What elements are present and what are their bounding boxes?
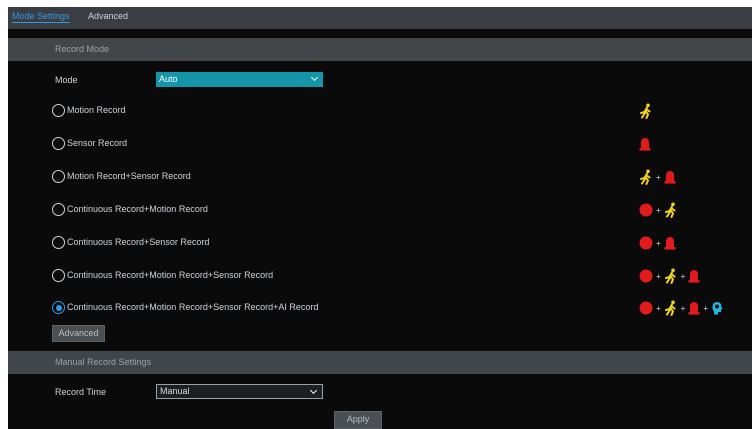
radio-button[interactable] [52, 137, 65, 150]
manual-record-title: Manual Record Settings [55, 357, 152, 367]
record-mode-header: Record Mode [8, 38, 752, 61]
motion-icon [664, 268, 678, 284]
plus-sign: + [703, 303, 709, 313]
record-mode-option-label: Continuous Record+Motion Record+Sensor R… [67, 302, 319, 312]
sensor-alarm-icon [664, 236, 676, 250]
trigger-icons: + + + [639, 299, 723, 317]
record-mode-option-label: Sensor Record [67, 138, 128, 148]
plus-sign: + [680, 271, 686, 281]
record-mode-option-label: Continuous Record+Sensor Record [67, 237, 210, 247]
continuous-record-icon [639, 301, 653, 315]
trigger-icons: + + [639, 267, 700, 285]
tab-advanced[interactable]: Advanced [88, 11, 128, 21]
radio-button-checked[interactable] [52, 301, 65, 314]
motion-icon [664, 300, 678, 316]
record-mode-option-label: Motion Record [67, 105, 126, 115]
record-mode-option[interactable]: Motion Record+Sensor Record + [52, 168, 752, 186]
mode-dropdown[interactable]: Auto [156, 72, 323, 87]
continuous-record-icon [639, 236, 653, 250]
plus-sign: + [680, 303, 686, 313]
record-mode-option[interactable]: Continuous Record+Sensor Record + [52, 236, 752, 250]
record-mode-option[interactable]: Motion Record [52, 102, 752, 120]
apply-button[interactable]: Apply [334, 411, 382, 429]
mode-label: Mode [55, 75, 78, 85]
ai-head-icon [711, 301, 723, 315]
chevron-down-icon [309, 386, 318, 395]
plus-sign: + [656, 238, 661, 248]
plus-sign: + [656, 303, 661, 313]
plus-sign: + [656, 271, 661, 281]
radio-button[interactable] [52, 203, 65, 216]
motion-icon [639, 169, 653, 185]
radio-button[interactable] [52, 236, 65, 249]
record-mode-title: Record Mode [55, 44, 110, 54]
continuous-record-icon [639, 269, 653, 283]
record-time-dropdown[interactable]: Manual [156, 384, 323, 399]
record-mode-option[interactable]: Sensor Record [52, 137, 752, 151]
record-mode-option-label: Continuous Record+Motion Record [67, 204, 208, 214]
record-mode-option[interactable]: Continuous Record+Motion Record+Sensor R… [52, 299, 752, 317]
trigger-icons: + [639, 234, 676, 252]
mode-dropdown-value: Auto [159, 74, 178, 84]
mode-settings-window: Mode Settings Advanced Record Mode Mode … [8, 7, 752, 429]
sensor-alarm-icon [688, 269, 700, 283]
trigger-icons [639, 102, 653, 120]
continuous-record-icon [639, 203, 653, 217]
record-mode-option-label: Motion Record+Sensor Record [67, 171, 191, 181]
sensor-alarm-icon [664, 170, 676, 184]
plus-sign: + [656, 205, 661, 215]
radio-button[interactable] [52, 269, 65, 282]
trigger-icons: + [639, 168, 676, 186]
motion-icon [664, 202, 678, 218]
radio-button[interactable] [52, 170, 65, 183]
sensor-alarm-icon [688, 301, 700, 315]
plus-sign: + [656, 172, 661, 182]
record-mode-option[interactable]: Continuous Record+Motion Record+Sensor R… [52, 267, 752, 285]
record-mode-option[interactable]: Continuous Record+Motion Record + [52, 201, 752, 219]
trigger-icons: + [639, 201, 678, 219]
tab-mode-settings[interactable]: Mode Settings [12, 11, 70, 23]
tab-bar: Mode Settings Advanced [8, 7, 752, 29]
manual-record-header: Manual Record Settings [8, 351, 752, 374]
motion-icon [639, 103, 653, 119]
record-mode-option-label: Continuous Record+Motion Record+Sensor R… [67, 270, 274, 280]
record-time-label: Record Time [55, 387, 107, 397]
sensor-alarm-icon [639, 137, 651, 151]
advanced-button[interactable]: Advanced [52, 325, 105, 342]
record-time-dropdown-value: Manual [160, 386, 190, 396]
chevron-down-icon [310, 73, 319, 82]
radio-button[interactable] [52, 104, 65, 117]
trigger-icons [639, 135, 651, 153]
